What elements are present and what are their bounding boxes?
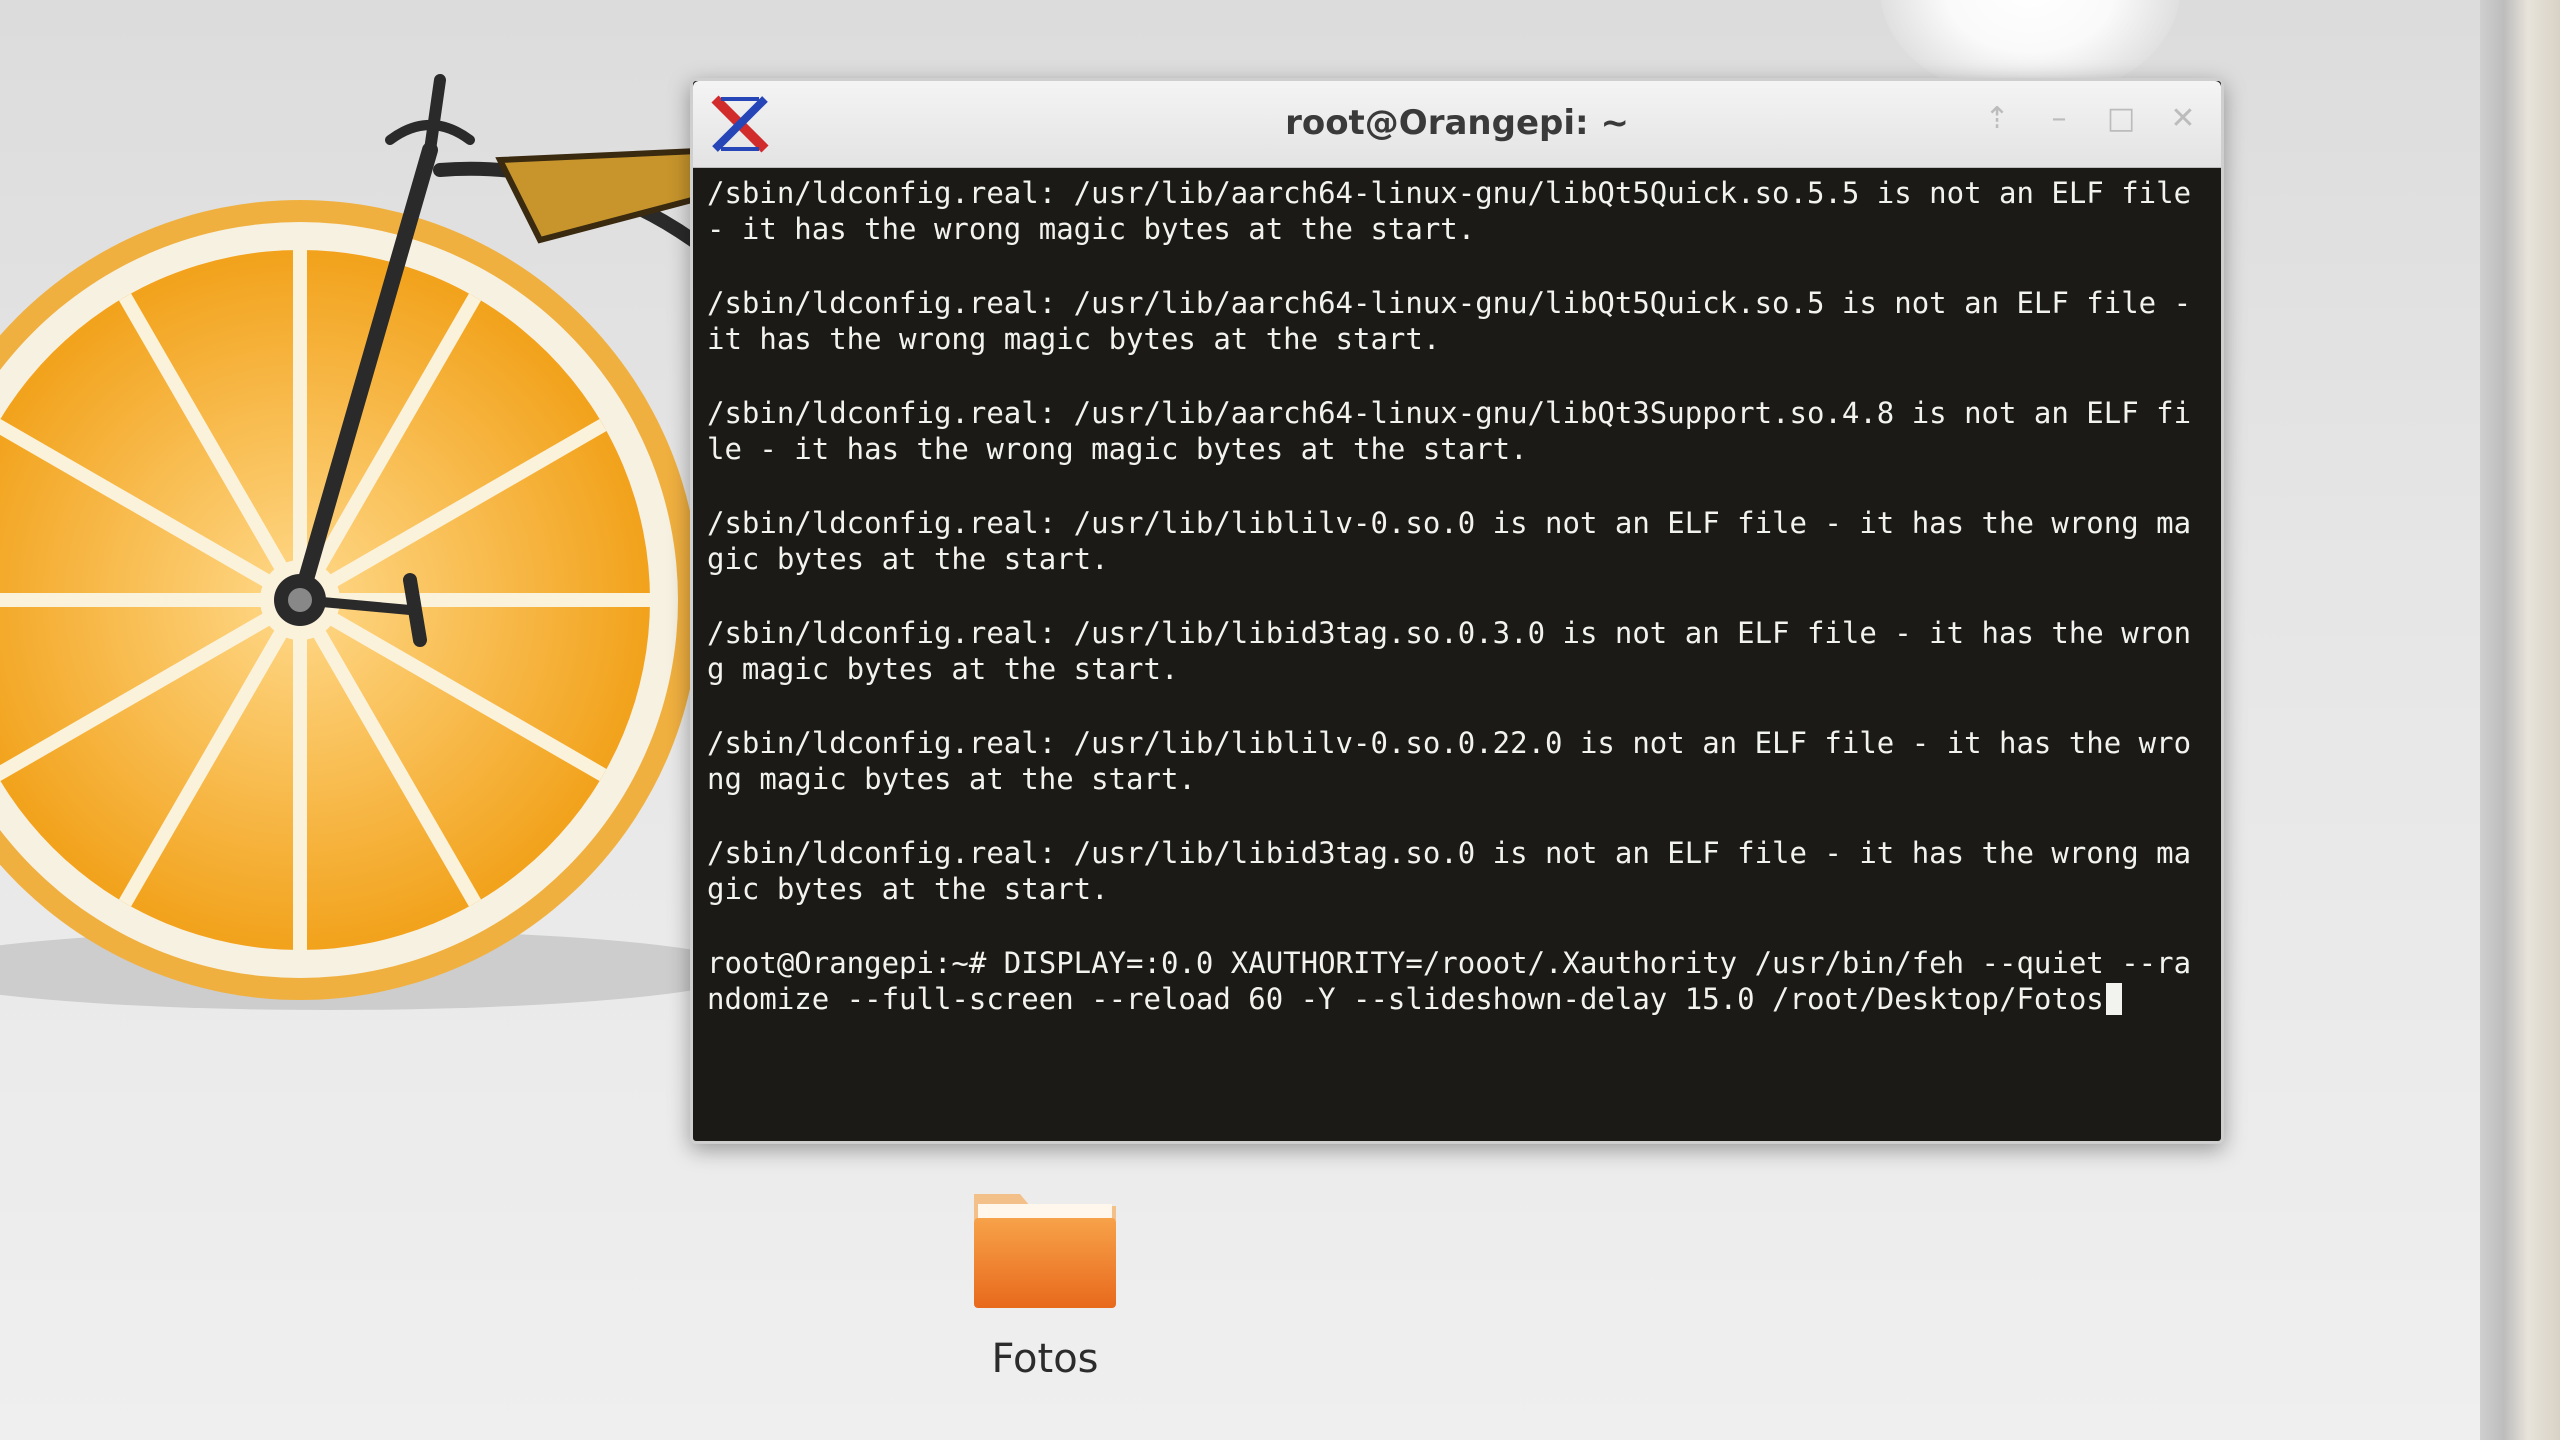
close-icon[interactable]: ✕ [2163,99,2203,139]
maximize-icon[interactable]: □ [2101,99,2141,139]
terminal-line: /sbin/ldconfig.real: /usr/lib/liblilv-0.… [707,726,2192,796]
terminal-window[interactable]: root@Orangepi: ~ ⇡ – □ ✕ /sbin/ldconfig.… [690,78,2224,1144]
terminal-line: /sbin/ldconfig.real: /usr/lib/aarch64-li… [707,396,2192,466]
minimize-icon[interactable]: – [2039,99,2079,139]
wallpaper-bicycle-orange [0,74,760,1010]
monitor-bezel [2480,0,2560,1440]
terminal-line: /sbin/ldconfig.real: /usr/lib/libid3tag.… [707,836,2192,906]
command-line[interactable]: root@Orangepi:~# DISPLAY=:0.0 XAUTHORITY… [707,945,2207,1017]
wheel-hub-center [288,588,312,612]
prompt-command: root@Orangepi:~# DISPLAY=:0.0 XAUTHORITY… [707,946,2192,1016]
terminal-line: /sbin/ldconfig.real: /usr/lib/libid3tag.… [707,616,2192,686]
up-icon[interactable]: ⇡ [1977,99,2017,139]
terminal-titlebar[interactable]: root@Orangepi: ~ ⇡ – □ ✕ [693,81,2221,168]
folder-icon [974,1194,1116,1308]
desktop-folder-fotos[interactable]: Fotos [940,1180,1150,1382]
text-cursor [2105,983,2122,1015]
terminal-line: /sbin/ldconfig.real: /usr/lib/aarch64-li… [707,176,2209,246]
desktop: root@Orangepi: ~ ⇡ – □ ✕ /sbin/ldconfig.… [0,0,2560,1440]
window-controls: ⇡ – □ ✕ [1977,99,2203,139]
terminal-line: /sbin/ldconfig.real: /usr/lib/aarch64-li… [707,286,2209,356]
terminal-line: /sbin/ldconfig.real: /usr/lib/liblilv-0.… [707,506,2192,576]
folder-label: Fotos [991,1336,1099,1382]
terminal-output[interactable]: /sbin/ldconfig.real: /usr/lib/aarch64-li… [701,171,2213,1133]
